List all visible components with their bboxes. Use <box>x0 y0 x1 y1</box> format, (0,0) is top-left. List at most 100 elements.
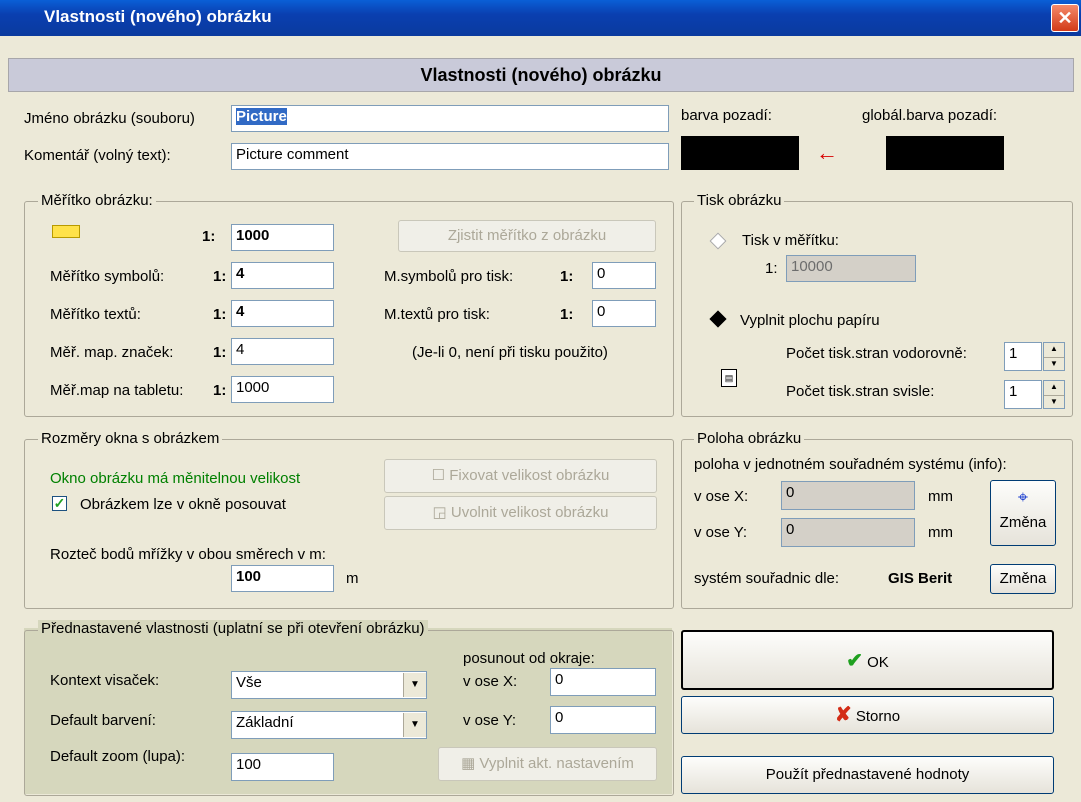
close-icon[interactable]: ✕ <box>1051 4 1079 32</box>
offset-y-input[interactable]: 0 <box>550 706 656 734</box>
symbols-scale-input[interactable]: 4 <box>231 262 334 289</box>
scale-main-prefix: 1: <box>202 228 216 245</box>
fix-size-button[interactable]: ☐ Fixovat velikost obrázku <box>384 459 657 493</box>
fix-size-icon: ☐ <box>431 467 450 484</box>
scale-main-input[interactable]: 1000 <box>231 224 334 251</box>
window-title: Vlastnosti (nového) obrázku <box>44 7 272 26</box>
ruler-icon <box>52 225 80 238</box>
color-value: Základní <box>236 714 294 731</box>
context-value: Vše <box>236 674 262 691</box>
tablet-scale-input[interactable]: 1000 <box>231 376 334 403</box>
mapsigns-scale-prefix: 1: <box>213 344 227 361</box>
name-label: Jméno obrázku (souboru) <box>24 110 195 127</box>
print-scale-input[interactable]: 10000 <box>786 255 916 282</box>
fill-paper-radio-label: Vyplnit plochu papíru <box>740 312 880 329</box>
scale-group-label: Měřítko obrázku: <box>38 192 156 209</box>
pages-horizontal-label: Počet tisk.stran vodorovně: <box>786 345 967 362</box>
global-bg-color-label: globál.barva pozadí: <box>862 107 998 124</box>
print-symbols-input[interactable]: 0 <box>592 262 656 289</box>
detect-scale-button[interactable]: Zjistit měřítko z obrázku <box>398 220 656 252</box>
offset-x-input[interactable]: 0 <box>550 668 656 696</box>
release-size-button[interactable]: ◲ Uvolnit velikost obrázku <box>384 496 657 530</box>
scale-note: (Je-li 0, není při tisku použito) <box>412 344 608 361</box>
print-scale-prefix: 1: <box>765 260 778 277</box>
cross-icon: ✘ <box>834 704 852 726</box>
fill-current-icon: ▦ <box>461 755 480 772</box>
position-x-label: v ose X: <box>694 488 749 505</box>
global-bg-color-swatch <box>886 136 1004 170</box>
window-size-status: Okno obrázku má měnitelnou velikost <box>50 470 301 487</box>
release-size-button-label: Uvolnit velikost obrázku <box>450 504 609 521</box>
position-group-label: Poloha obrázku <box>694 430 805 447</box>
offset-y-label: v ose Y: <box>463 712 517 729</box>
coord-system-label: systém souřadnic dle: <box>694 570 840 587</box>
position-y-input[interactable]: 0 <box>781 518 915 547</box>
presets-group-label: Přednastavené vlastnosti (uplatní se při… <box>38 620 428 637</box>
symbols-scale-label: Měřítko symbolů: <box>50 268 165 285</box>
mapsigns-scale-input[interactable]: 4 <box>231 338 334 365</box>
grid-spacing-unit: m <box>346 570 359 587</box>
pages-horizontal-spinner[interactable]: ▲ ▼ <box>1043 342 1065 371</box>
dialog-header: Vlastnosti (nového) obrázku <box>8 58 1074 92</box>
grid-spacing-input[interactable]: 100 <box>231 565 334 592</box>
bg-color-label: barva pozadí: <box>681 107 772 124</box>
position-x-input[interactable]: 0 <box>781 481 915 510</box>
print-texts-label: M.textů pro tisk: <box>384 306 490 323</box>
bg-color-swatch[interactable] <box>681 136 799 170</box>
apply-presets-button[interactable]: Použít přednastavené hodnoty <box>681 756 1054 794</box>
position-change-label: Změna <box>999 514 1047 531</box>
name-value: Picture <box>236 108 287 125</box>
context-label: Kontext visaček: <box>50 672 160 689</box>
pages-vertical-input[interactable]: 1 <box>1004 380 1042 409</box>
scroll-checkbox-label: Obrázkem lze v okně posouvat <box>80 496 286 513</box>
chevron-down-icon[interactable]: ▼ <box>403 673 426 697</box>
scroll-checkbox[interactable]: ✓ <box>52 496 67 511</box>
cancel-button[interactable]: ✘ Storno <box>681 696 1054 734</box>
name-field[interactable]: Picture <box>231 105 669 132</box>
color-label: Default barvení: <box>50 712 156 729</box>
offset-label: posunout od okraje: <box>463 650 595 667</box>
texts-scale-prefix: 1: <box>213 306 227 323</box>
grid-spacing-label: Rozteč bodů mřížky v obou směrech v m: <box>50 546 326 563</box>
ok-button-label: OK <box>867 654 889 671</box>
print-symbols-label: M.symbolů pro tisk: <box>384 268 514 285</box>
position-y-label: v ose Y: <box>694 524 748 541</box>
ok-button[interactable]: ✔ OK <box>681 630 1054 690</box>
texts-scale-label: Měřítko textů: <box>50 306 141 323</box>
print-symbols-prefix: 1: <box>560 268 574 285</box>
tablet-scale-label: Měř.map na tabletu: <box>50 382 184 399</box>
print-texts-input[interactable]: 0 <box>592 300 656 327</box>
chevron-down-icon[interactable]: ▼ <box>403 713 426 737</box>
fill-current-button[interactable]: ▦ Vyplnit akt. nastavením <box>438 747 657 781</box>
title-bar: Vlastnosti (nového) obrázku ✕ <box>0 0 1081 36</box>
color-select[interactable]: Základní ▼ <box>231 711 427 739</box>
mapsigns-scale-label: Měř. map. značek: <box>50 344 174 361</box>
arrow-left-icon[interactable]: ← <box>816 140 838 166</box>
check-icon: ✔ <box>846 650 863 672</box>
offset-x-label: v ose X: <box>463 673 518 690</box>
zoom-input[interactable]: 100 <box>231 753 334 781</box>
print-scale-radio-label: Tisk v měřítku: <box>742 232 839 249</box>
coordinates-icon: ⌖ <box>1017 487 1029 507</box>
fill-current-label: Vyplnit akt. nastavením <box>479 755 634 772</box>
pages-horizontal-input[interactable]: 1 <box>1004 342 1042 371</box>
position-x-unit: mm <box>928 488 953 505</box>
pages-vertical-label: Počet tisk.stran svisle: <box>786 383 935 400</box>
symbols-scale-prefix: 1: <box>213 268 227 285</box>
pages-vertical-spinner[interactable]: ▲ ▼ <box>1043 380 1065 409</box>
position-y-unit: mm <box>928 524 953 541</box>
page-layout-icon: ▤ <box>721 369 737 387</box>
print-group-label: Tisk obrázku <box>694 192 785 209</box>
comment-field[interactable]: Picture comment <box>231 143 669 170</box>
coord-system-value: GIS Berit <box>888 570 953 587</box>
coord-system-change-button[interactable]: Změna <box>990 564 1056 594</box>
comment-label: Komentář (volný text): <box>24 147 171 164</box>
position-change-button[interactable]: ⌖ Změna <box>990 480 1056 546</box>
fix-size-button-label: Fixovat velikost obrázku <box>449 467 610 484</box>
texts-scale-input[interactable]: 4 <box>231 300 334 327</box>
release-size-icon: ◲ <box>432 504 451 521</box>
zoom-label: Default zoom (lupa): <box>50 748 186 765</box>
context-select[interactable]: Vše ▼ <box>231 671 427 699</box>
position-info: poloha v jednotném souřadném systému (in… <box>694 456 1007 473</box>
print-texts-prefix: 1: <box>560 306 574 323</box>
